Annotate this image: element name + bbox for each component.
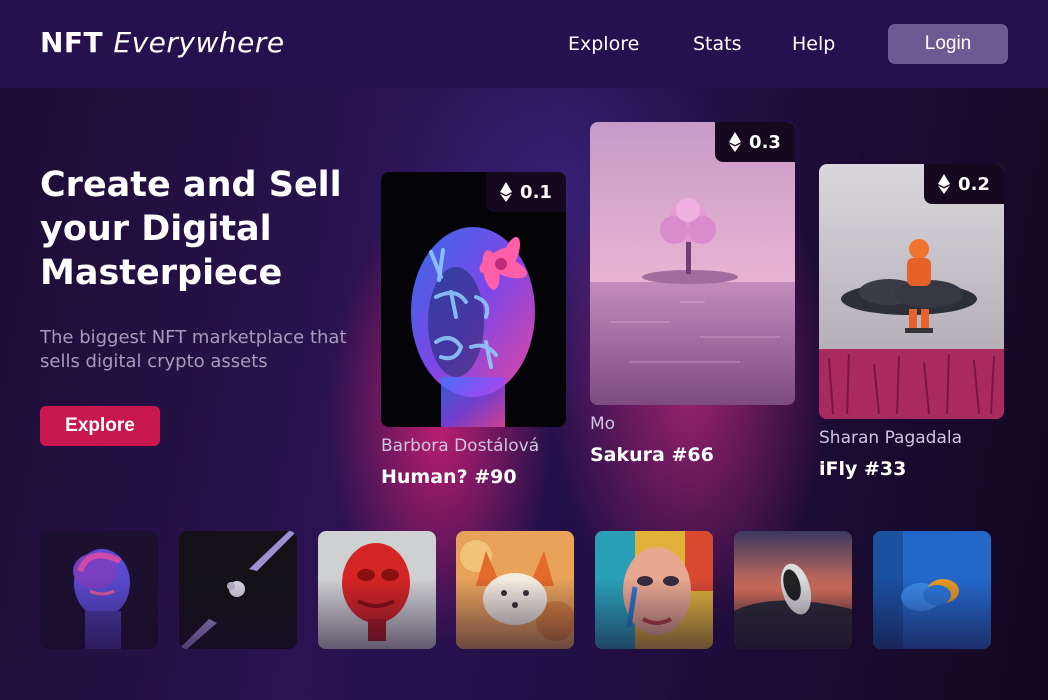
price-value: 0.2 <box>958 173 990 195</box>
artist-name[interactable]: Barbora Dostálová <box>381 436 539 456</box>
ethereum-icon <box>729 132 742 152</box>
thumbnail-fox[interactable] <box>456 531 574 649</box>
thumbnail-face-painting[interactable] <box>595 531 713 649</box>
ethereum-icon <box>500 182 513 202</box>
nft-title[interactable]: Human? #90 <box>381 466 517 488</box>
nft-image-sakura[interactable] <box>590 122 795 405</box>
explore-button[interactable]: Explore <box>40 406 160 446</box>
ethereum-icon <box>938 174 951 194</box>
logo-bold-text: NFT <box>40 26 104 59</box>
thumbnail-whale[interactable] <box>734 531 852 649</box>
logo-italic-text: Everywhere <box>113 26 285 59</box>
hero-subtitle: The biggest NFT marketplace that sells d… <box>40 327 347 372</box>
thumbnail-hands[interactable] <box>179 531 297 649</box>
top-navigation-bar: NFT Everywhere Explore Stats Help Login <box>0 0 1048 88</box>
nav-help[interactable]: Help <box>792 33 835 55</box>
nft-title[interactable]: Sakura #66 <box>590 444 714 466</box>
price-badge: 0.3 <box>715 122 795 162</box>
nft-title[interactable]: iFly #33 <box>819 458 906 480</box>
site-logo[interactable]: NFT Everywhere <box>40 26 285 59</box>
thumbnail-blue-sphere[interactable] <box>873 531 991 649</box>
login-button[interactable]: Login <box>888 24 1008 64</box>
price-badge: 0.1 <box>486 172 566 212</box>
nav-explore[interactable]: Explore <box>568 33 639 55</box>
price-value: 0.1 <box>520 181 552 203</box>
price-badge: 0.2 <box>924 164 1004 204</box>
artist-name[interactable]: Mo <box>590 414 615 434</box>
hero-title: Create and Sell your Digital Masterpiece <box>40 165 342 293</box>
artist-name[interactable]: Sharan Pagadala <box>819 428 962 448</box>
price-value: 0.3 <box>749 131 781 153</box>
thumbnail-statue[interactable] <box>40 531 158 649</box>
nav-stats[interactable]: Stats <box>693 33 742 55</box>
thumbnail-red-head[interactable] <box>318 531 436 649</box>
